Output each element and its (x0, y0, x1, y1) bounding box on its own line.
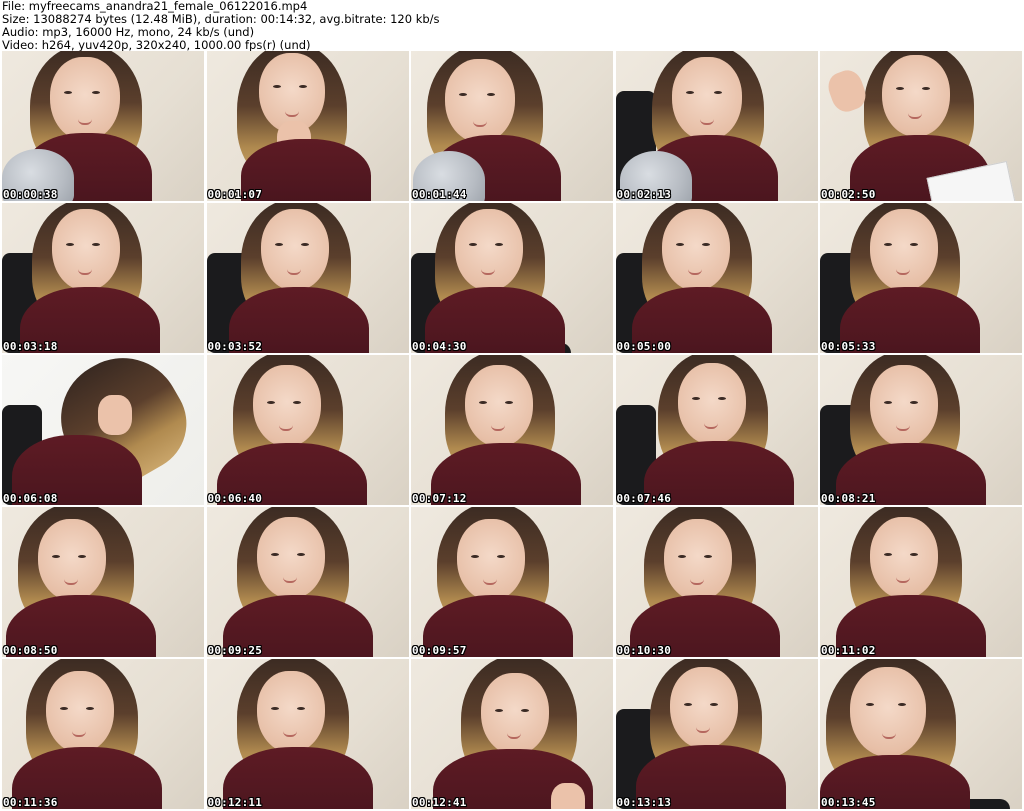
thumbnail-timestamp: 00:03:18 (3, 340, 58, 353)
thumbnail-timestamp: 00:12:11 (207, 796, 263, 809)
thumbnail-timestamp: 00:02:50 (821, 188, 876, 201)
thumbnail[interactable]: 00:06:08 (2, 355, 204, 505)
thumbnail-timestamp: 00:05:33 (821, 340, 876, 353)
thumbnail[interactable]: 00:07:12 (411, 355, 613, 505)
thumbnail[interactable]: 00:12:41 (411, 659, 613, 809)
thumbnail-timestamp: 00:09:57 (412, 644, 467, 657)
thumbnail[interactable]: 00:05:33 (820, 203, 1022, 353)
thumbnail[interactable]: 00:13:13 (615, 659, 818, 809)
thumbnail-timestamp: 00:11:36 (3, 796, 58, 809)
thumbnail[interactable]: 00:05:00 (615, 203, 818, 353)
thumbnail-timestamp: 00:06:40 (207, 492, 263, 505)
thumbnail-timestamp: 00:12:41 (412, 796, 467, 809)
thumbnail[interactable]: 00:02:50 (820, 51, 1022, 201)
thumbnail[interactable]: 00:10:30 (615, 507, 818, 657)
thumbnail-timestamp: 00:03:52 (207, 340, 263, 353)
thumbnail[interactable]: 00:08:21 (820, 355, 1022, 505)
thumbnail-timestamp: 00:00:38 (3, 188, 58, 201)
thumbnail[interactable]: 00:11:36 (2, 659, 204, 809)
thumbnail-timestamp: 00:07:46 (616, 492, 672, 505)
thumbnail-timestamp: 00:05:00 (616, 340, 672, 353)
thumbnail[interactable]: 00:11:02 (820, 507, 1022, 657)
thumbnail-timestamp: 00:10:30 (616, 644, 672, 657)
thumbnail-grid: 00:00:38 00:01:07 00:01:44 00:02:13 00:0… (2, 51, 1022, 809)
thumbnail[interactable]: 00:09:25 (206, 507, 409, 657)
thumbnail-timestamp: 00:01:44 (412, 188, 467, 201)
thumbnail[interactable]: 00:09:57 (411, 507, 613, 657)
thumbnail[interactable]: 00:01:07 (206, 51, 409, 201)
thumbnail[interactable]: 00:01:44 (411, 51, 613, 201)
thumbnail-timestamp: 00:11:02 (821, 644, 876, 657)
thumbnail[interactable]: 00:06:40 (206, 355, 409, 505)
thumbnail[interactable]: 00:07:46 (615, 355, 818, 505)
thumbnail-timestamp: 00:13:13 (616, 796, 672, 809)
thumbnail-timestamp: 00:04:30 (412, 340, 467, 353)
thumbnail-timestamp: 00:06:08 (3, 492, 58, 505)
thumbnail-timestamp: 00:13:45 (821, 796, 876, 809)
thumbnail[interactable]: 00:08:50 (2, 507, 204, 657)
thumbnail-timestamp: 00:02:13 (616, 188, 672, 201)
thumbnail[interactable]: 00:00:38 (2, 51, 204, 201)
thumbnail[interactable]: 00:02:13 (615, 51, 818, 201)
thumbnail-timestamp: 00:01:07 (207, 188, 263, 201)
thumbnail[interactable]: 00:12:11 (206, 659, 409, 809)
thumbnail-timestamp: 00:08:21 (821, 492, 876, 505)
thumbnail[interactable]: 00:03:18 (2, 203, 204, 353)
thumbnail[interactable]: 00:03:52 (206, 203, 409, 353)
thumbnail-timestamp: 00:09:25 (207, 644, 263, 657)
thumbnail-timestamp: 00:07:12 (412, 492, 467, 505)
file-info-header: File: myfreecams_anandra21_female_061220… (2, 0, 1022, 52)
thumbnail[interactable]: 00:04:30 (411, 203, 613, 353)
thumbnail-timestamp: 00:08:50 (3, 644, 58, 657)
thumbnail[interactable]: 00:13:45 (820, 659, 1022, 809)
